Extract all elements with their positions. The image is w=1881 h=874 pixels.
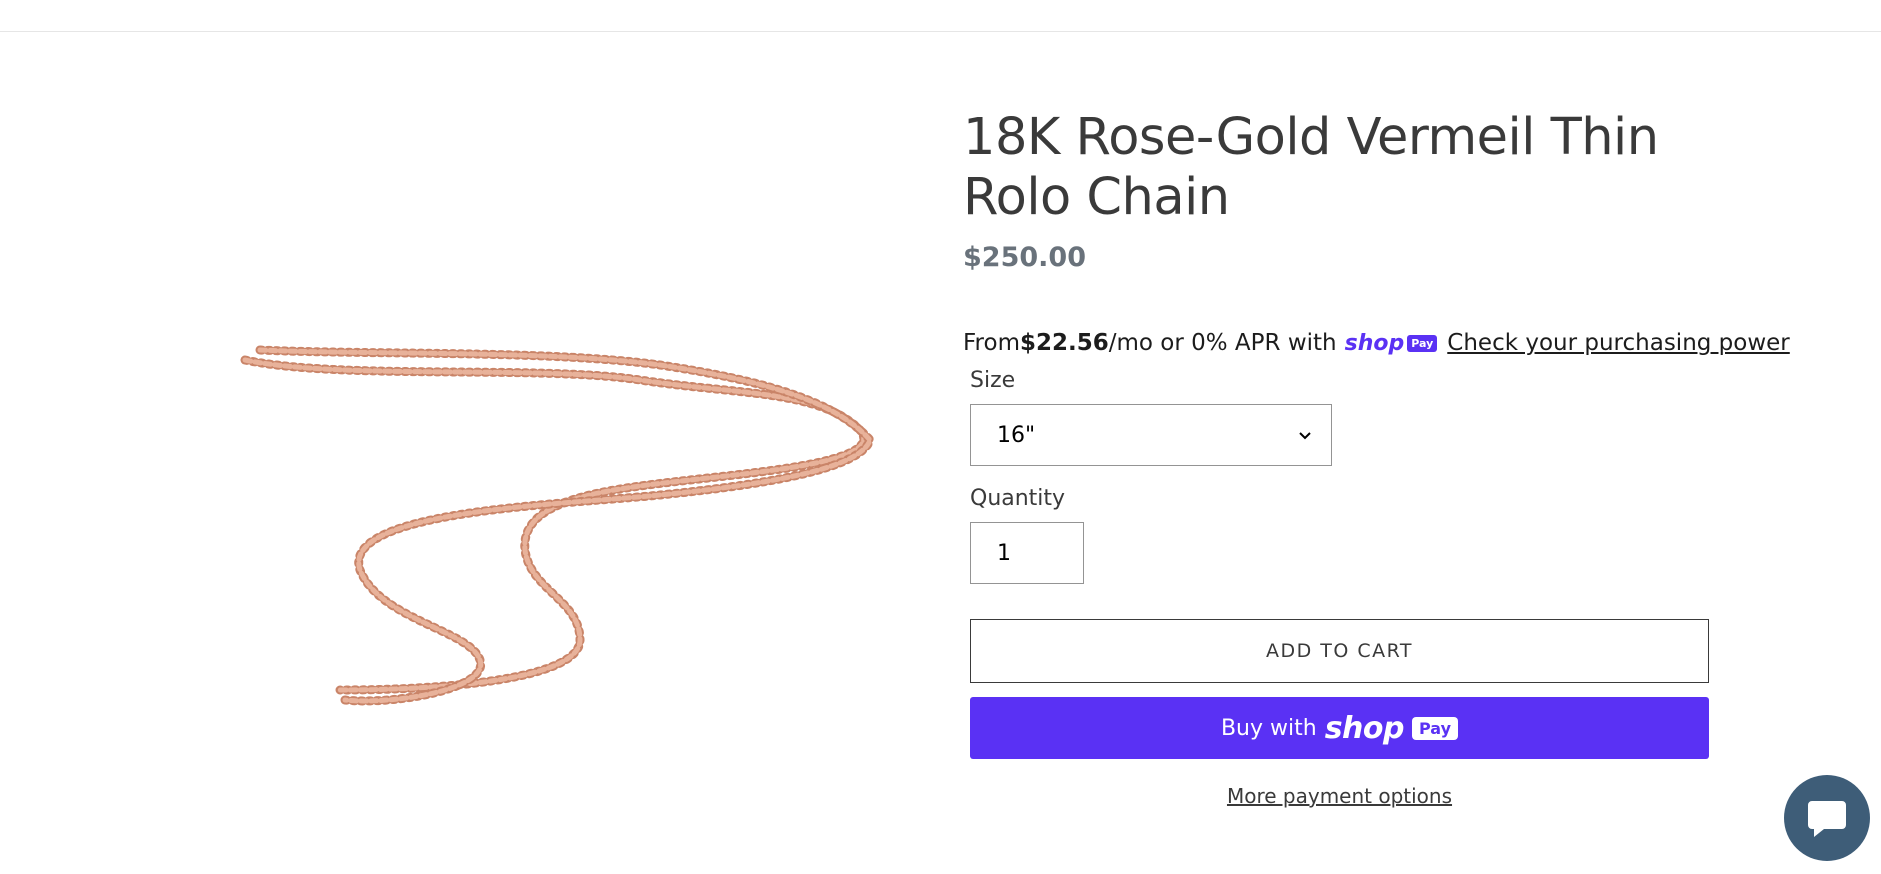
header-divider [0,31,1881,32]
product-info: 18K Rose-Gold Vermeil Thin Rolo Chain $2… [963,108,1723,273]
buy-with-label: Buy with [1220,715,1317,741]
chat-button[interactable] [1784,775,1870,861]
product-title: 18K Rose-Gold Vermeil Thin Rolo Chain [963,108,1659,227]
chevron-down-icon [1299,432,1311,440]
installments-amount: $22.56 [1019,330,1109,356]
size-label: Size [970,368,1016,393]
quantity-label: Quantity [970,486,1066,511]
shop-pay-logo-pay: Pay [1407,334,1438,352]
size-select[interactable]: 16" [970,404,1332,466]
pay-badge: Pay [1412,716,1459,740]
installments-suffix: /mo or 0% APR with [1108,330,1337,356]
check-purchasing-power-link[interactable]: Check your purchasing power [1447,330,1789,356]
shop-pay-logo: shop Pay [1345,331,1438,356]
quantity-input[interactable]: 1 [970,522,1084,584]
chat-icon [1808,801,1846,837]
shop-logo-word: shop [1324,710,1405,746]
buy-with-shop-pay-button[interactable]: Buy with shop Pay [970,697,1709,759]
shop-pay-installments: From $22.56 /mo or 0% APR with shop Pay … [963,330,1790,356]
add-to-cart-button[interactable]: ADD TO CART [970,619,1709,683]
chain-necklace-image [240,345,876,706]
add-to-cart-label: ADD TO CART [1265,640,1414,662]
product-image[interactable] [220,320,900,710]
more-payment-options-link[interactable]: More payment options [970,784,1709,808]
size-select-value: 16" [997,422,1036,448]
installments-prefix: From [963,330,1020,356]
product-price: $250.00 [963,242,1086,273]
shop-pay-logo-shop: shop [1344,330,1405,356]
quantity-value: 1 [997,540,1011,566]
